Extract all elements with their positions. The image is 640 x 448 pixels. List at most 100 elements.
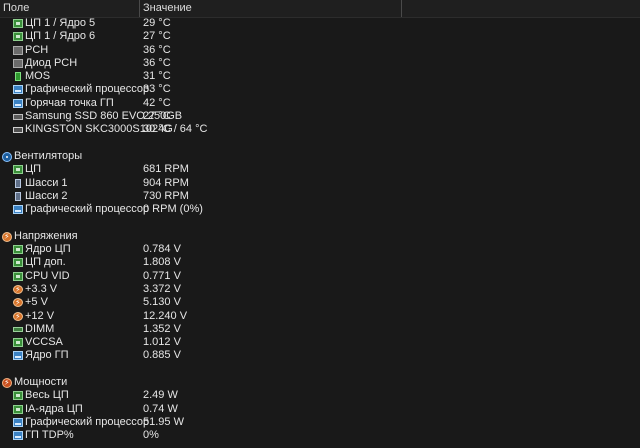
sensor-row[interactable]: +3.3 V 3.372 V [0,283,640,296]
sensor-name: Шасси 2 [25,189,68,202]
sensor-row[interactable]: Ядро ГП 0.885 V [0,349,640,362]
chip-icon [13,271,23,281]
chip-icon [13,391,23,401]
sensor-value: 2.49 W [143,389,178,402]
sensor-row[interactable]: ЦП 1 / Ядро 5 29 °C [0,17,640,30]
gpu-icon [13,85,23,95]
chip-icon [13,404,23,414]
sensor-value: 51.95 W [143,415,184,428]
gpu-icon [13,98,23,108]
sensor-name: Мощности [14,376,68,389]
sensor-name: Весь ЦП [25,389,69,402]
gpu-icon [13,205,23,215]
sensor-value: 5.130 V [143,296,181,309]
sensor-row[interactable]: ЦП 681 RPM [0,163,640,176]
sensor-row[interactable]: MOS 31 °C [0,70,640,83]
sensor-row[interactable]: Шасси 1 904 RPM [0,177,640,190]
dimm-icon [13,326,23,332]
sensor-row[interactable]: ЦП 1 / Ядро 6 27 °C [0,30,640,43]
chip-icon [13,338,23,348]
case-icon [15,178,21,188]
bolt-icon [13,283,23,296]
sensor-name: +12 V [25,309,55,322]
sensor-name: +3.3 V [25,282,58,295]
group-header[interactable]: Напряжения [0,230,640,243]
power-icon [2,376,12,389]
sensor-name: VCCSA [25,336,63,349]
sensor-row[interactable]: PCH 36 °C [0,44,640,57]
sensor-name: ГП TDP% [25,429,74,442]
column-header-value[interactable]: Значение [140,0,402,17]
sensor-value: 36 °C [143,43,171,56]
chip-icon [13,258,23,268]
sensor-value: 1.808 V [143,256,181,269]
sensor-value: 29 °C [143,17,171,29]
sensor-name: CPU VID [25,269,70,282]
sensor-row[interactable]: DIMM 1.352 V [0,323,640,336]
sensor-name: Ядро ЦП [25,243,71,256]
sensor-value: 30 °C / 64 °C [143,123,208,136]
sensor-name: MOS [25,70,51,83]
sensor-value: 1.352 V [143,322,181,335]
gpu-icon [13,431,23,441]
sensor-row[interactable]: Ядро ЦП 0.784 V [0,243,640,256]
sensor-row[interactable]: ЦП доп. 1.808 V [0,256,640,269]
sensor-row[interactable]: Графический процессор 0 RPM (0%) [0,203,640,216]
sensor-row[interactable]: Весь ЦП 2.49 W [0,389,640,402]
sensor-row[interactable]: KINGSTON SKC3000S1024G 30 °C / 64 °C [0,123,640,136]
sensor-row[interactable]: CPU VID 0.771 V [0,270,640,283]
sensor-row[interactable]: +12 V 12.240 V [0,310,640,323]
chip-icon [13,165,23,175]
case-icon [15,191,21,201]
sensor-value: 42 °C [143,96,171,109]
sensor-list: ЦП 1 / Ядро 5 29 °C ЦП 1 / Ядро 6 27 °C PCH 3… [0,17,640,443]
sensor-name: Диод PCH [25,56,78,69]
sensor-row[interactable]: Samsung SSD 860 EVO 250GB 27 °C [0,110,640,123]
sensor-row[interactable]: Горячая точка ГП 42 °C [0,97,640,110]
sensor-row[interactable]: VCCSA 1.012 V [0,336,640,349]
sensor-value: 36 °C [143,56,171,69]
sensor-row[interactable]: Диод PCH 36 °C [0,57,640,70]
mos-icon [15,72,21,82]
bolt-icon [13,310,23,323]
group-header[interactable]: Мощности [0,376,640,389]
sensor-name: ЦП [25,163,42,176]
sensor-row[interactable]: IA-ядра ЦП 0.74 W [0,403,640,416]
sensor-row[interactable]: Шасси 2 730 RPM [0,190,640,203]
sensor-value: 27 °C [143,110,171,123]
sensor-value: 904 RPM [143,176,189,189]
disk-icon [13,127,23,134]
sensor-name: Графический процессор [25,415,150,428]
sensor-name: Ядро ГП [25,349,69,362]
sensor-name: +5 V [25,296,48,309]
gpu-icon [13,351,23,361]
disk-icon [13,114,23,121]
sensor-value: 0 RPM (0%) [143,203,203,216]
group-header[interactable]: Вентиляторы [0,150,640,163]
chip-icon [13,19,23,28]
sensor-value: 3.372 V [143,282,181,295]
sensor-name: ЦП доп. [25,256,66,269]
sensor-name: IA-ядра ЦП [25,402,83,415]
sensor-row[interactable]: ГП TDP% 0% [0,429,640,442]
fan-icon [2,151,12,162]
sensor-name: PCH [25,43,49,56]
sensor-value: 0.771 V [143,269,181,282]
chip-icon [13,32,23,42]
sensor-row[interactable]: +5 V 5.130 V [0,296,640,310]
bolt-icon [13,296,23,310]
blank-row [0,216,640,229]
blank-row [0,137,640,150]
sensor-value: 0.74 W [143,402,178,415]
sensor-value: 12.240 V [143,309,188,322]
sensor-value: 0.784 V [143,243,181,256]
column-header: Поле Значение [0,0,640,18]
sensor-row[interactable]: Графический процессор 51.95 W [0,416,640,429]
sensor-name: ЦП 1 / Ядро 5 [25,17,96,29]
sensor-name: ЦП 1 / Ядро 6 [25,30,96,43]
sensor-row[interactable]: Графический процессор 33 °C [0,83,640,96]
voltage-icon [2,230,12,243]
sensor-name: DIMM [25,322,55,335]
column-header-field[interactable]: Поле [0,0,140,17]
pch-chip-icon [13,45,23,55]
